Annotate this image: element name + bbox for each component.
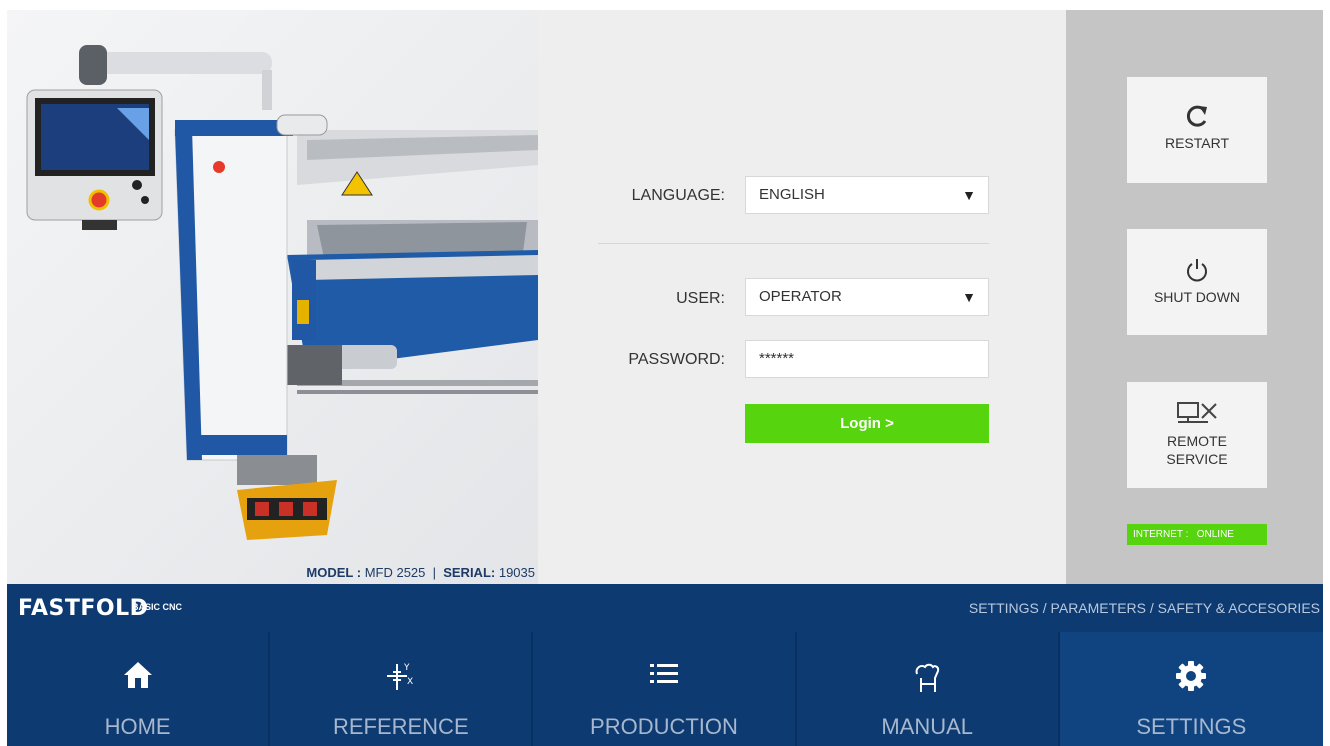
machine-illustration <box>26 45 538 540</box>
tab-manual-label: MANUAL <box>881 714 973 739</box>
tab-settings-label: SETTINGS <box>1136 714 1247 739</box>
tab-home-label: HOME <box>104 714 171 739</box>
serial-value: 19035 <box>498 565 535 580</box>
brand-logo: FASTFOLD <box>18 596 149 621</box>
tab-reference-label: REFERENCE <box>332 714 469 739</box>
bottom-nav: HOME Y X REFERENCE PRODUCTION MANUAL SET… <box>7 632 1323 746</box>
restart-button[interactable]: RESTART <box>1127 77 1267 183</box>
shutdown-button[interactable]: SHUT DOWN <box>1127 229 1267 335</box>
gear-icon <box>1176 661 1207 691</box>
svg-text:X: X <box>407 677 413 687</box>
system-panel: RESTART SHUT DOWN REMOTE SERVICE INTERNE… <box>1066 10 1323 584</box>
language-label: LANGUAGE: <box>631 187 725 204</box>
dropdown-arrow-icon: ▼ <box>962 289 976 305</box>
home-icon <box>123 662 152 688</box>
user-label: USER: <box>676 290 725 307</box>
internet-label: INTERNET : <box>1133 529 1189 540</box>
dropdown-arrow-icon: ▼ <box>962 187 976 203</box>
model-label: MODEL : <box>306 565 365 580</box>
user-value: OPERATOR <box>759 288 842 305</box>
restart-icon <box>1186 105 1207 127</box>
tab-production-label: PRODUCTION <box>590 714 738 739</box>
user-select[interactable]: OPERATOR ▼ <box>745 278 989 316</box>
language-value: ENGLISH <box>759 186 825 203</box>
machine-caption: MODEL : MFD 2525 | SERIAL: 19035 <box>7 565 535 580</box>
shutdown-label: SHUT DOWN <box>1153 289 1241 305</box>
model-value: MFD 2525 <box>364 565 426 580</box>
serial-label: SERIAL: <box>443 565 499 580</box>
internet-status: ONLINE <box>1196 529 1234 540</box>
restart-label: RESTART <box>1164 135 1230 151</box>
svg-text:Y: Y <box>403 663 410 673</box>
machine-image: MODEL : MFD 2525 | SERIAL: 19035 <box>7 10 538 584</box>
brand-subtitle: BASIC CNC <box>132 602 183 612</box>
tab-reference[interactable]: Y X REFERENCE <box>270 632 534 746</box>
breadcrumb: SETTINGS / PARAMETERS / SAFETY & ACCESOR… <box>968 600 1320 616</box>
internet-status-badge: INTERNET : ONLINE <box>1127 524 1267 545</box>
tab-production[interactable]: PRODUCTION <box>533 632 797 746</box>
power-icon <box>1187 259 1207 282</box>
remote-label-line1: REMOTE <box>1167 433 1227 449</box>
remote-label-line2: SERVICE <box>1166 451 1228 467</box>
password-value: ****** <box>759 350 795 367</box>
tab-home[interactable]: HOME <box>7 632 271 746</box>
divider <box>598 243 989 244</box>
tab-manual[interactable]: MANUAL <box>796 632 1060 746</box>
caption-separator: | <box>425 565 444 580</box>
header-bar: FASTFOLD BASIC CNC SETTINGS / PARAMETERS… <box>7 584 1323 632</box>
password-input[interactable]: ****** <box>745 340 989 378</box>
password-label: PASSWORD: <box>628 351 725 368</box>
hand-icon <box>915 663 940 692</box>
login-panel: LANGUAGE: ENGLISH ▼ USER: OPERATOR ▼ PAS… <box>538 10 1066 584</box>
tab-settings[interactable]: SETTINGS <box>1059 632 1323 746</box>
reference-axes-icon: Y X <box>386 663 413 690</box>
remote-service-icon <box>1177 402 1217 423</box>
login-button[interactable]: Login > <box>745 404 989 443</box>
language-select[interactable]: ENGLISH ▼ <box>745 176 989 214</box>
remote-service-button[interactable]: REMOTE SERVICE <box>1127 382 1267 488</box>
list-icon <box>649 664 678 683</box>
